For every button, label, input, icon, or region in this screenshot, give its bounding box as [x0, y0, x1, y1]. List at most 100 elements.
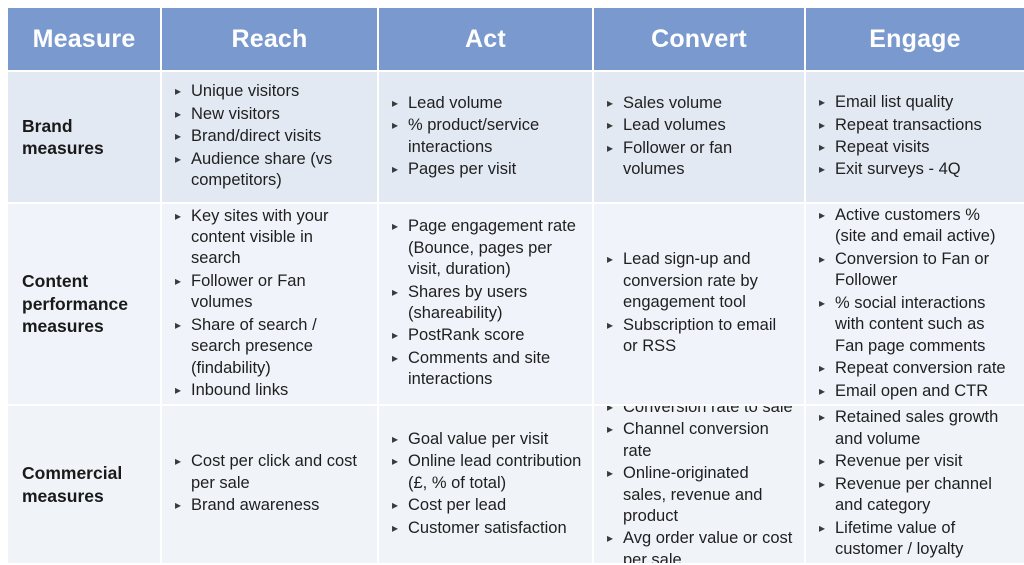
bullet-triangle-icon: ▸: [175, 208, 182, 223]
bullet-triangle-icon: ▸: [175, 106, 182, 121]
list-item: ▸Share of audience: [174, 204, 367, 205]
list-item-label: Customer satisfaction: [408, 518, 567, 537]
row-label-content-line1: Content: [22, 271, 89, 292]
list-item: ▸ Repeat transactions: [818, 115, 1014, 136]
measures-matrix-table: Measure Reach Act Convert Engage Brand m…: [8, 8, 1024, 563]
list-item: ▸ Customer satisfaction: [391, 518, 582, 539]
list-item: ▸ Page engagement rate (Bounce, pages per…: [391, 216, 582, 280]
list-item-label: Retained sales growth and volume: [835, 408, 999, 448]
list-item-label: Active customers % (site and email activ…: [835, 206, 996, 246]
list-item: ▸ Avg order value or cost per sale: [606, 528, 794, 563]
list-item-label: Key sites with your content visible in s…: [191, 206, 329, 268]
bullet-triangle-icon: ▸: [819, 162, 826, 177]
column-header-measure: Measure: [8, 8, 160, 70]
bullet-triangle-icon: ▸: [819, 383, 826, 398]
list-item: ▸ Cost per click and cost per sale: [174, 451, 367, 494]
bullet-triangle-icon: ▸: [819, 140, 826, 154]
list-item-label: % product/service interactions: [408, 116, 540, 156]
column-header-engage-label: Engage: [869, 24, 961, 53]
list-item: ▸ % product/service interactions: [391, 115, 582, 158]
list-item-label: Revenue per visit: [835, 452, 963, 471]
list-item: ▸ Key sites with your content visible in …: [174, 206, 367, 270]
list-item-label: Page engagement rate (Bounce, pages per …: [408, 217, 576, 279]
list-item: ▸ Lead volumes: [606, 115, 794, 136]
bullet-triangle-icon: ▸: [819, 117, 826, 132]
list-item-label: Audience share (vs competitors): [191, 149, 333, 190]
row-label-content-performance-measures: Content performance measures: [8, 204, 160, 404]
list-item: ▸ Revenue per channel and category: [818, 474, 1014, 517]
list-item-label: Exit surveys - 4Q: [835, 160, 961, 179]
bullet-triangle-icon: ▸: [819, 361, 826, 376]
list-item-label: Follower or fan volumes: [623, 138, 733, 178]
list-item: ▸ Follower or Fan volumes: [174, 271, 367, 314]
row-label-commercial-line2: measures: [22, 485, 104, 506]
cell-content-reach: ▸Share of audience ▸ Key sites with your c…: [162, 204, 377, 404]
list-item: ▸ Shares by users (shareability): [391, 282, 582, 325]
list-item: ▸ Repeat visits: [818, 137, 1014, 158]
column-header-reach-label: Reach: [231, 24, 308, 53]
list-item: ▸ Follower or fan volumes: [606, 138, 794, 181]
list-content-act: ▸ Page engagement rate (Bounce, pages per…: [391, 216, 582, 392]
list-item-label: Conversion to Fan or Follower: [835, 249, 990, 290]
list-item: ▸ Inbound links: [174, 380, 367, 401]
list-item-label: PostRank score: [408, 326, 525, 345]
list-item: ▸ Email list quality: [818, 92, 1014, 113]
list-commercial-convert: ▸ Conversion rate to sale ▸ Channel convers…: [606, 406, 794, 563]
list-item: ▸ Lifetime value of customer / loyalty: [818, 518, 1014, 561]
list-item: ▸ Brand awareness: [174, 495, 367, 516]
bullet-triangle-icon: ▸: [607, 118, 614, 133]
column-header-act-label: Act: [465, 24, 506, 53]
list-brand-convert: ▸ Sales volume ▸ Lead volumes ▸ Follower or f…: [606, 93, 794, 182]
cell-brand-convert: ▸ Sales volume ▸ Lead volumes ▸ Follower or f…: [594, 72, 804, 202]
bullet-triangle-icon: ▸: [607, 422, 614, 437]
row-label-content-line2: performance: [22, 293, 129, 314]
list-item-label: Pages per visit: [408, 159, 517, 178]
cell-brand-act: ▸ Lead volume ▸ % product/service interacti…: [379, 72, 592, 202]
list-item-label: Sales volume: [623, 93, 723, 112]
list-item: ▸ Revenue per visit: [818, 451, 1014, 472]
bullet-triangle-icon: ▸: [175, 84, 182, 99]
list-item-label: Cost per click and cost per sale: [191, 452, 357, 492]
list-item: ▸ Share of search / search presence (find…: [174, 315, 367, 379]
list-item: ▸ Goal value per visit: [391, 429, 582, 450]
list-item-label: New visitors: [191, 104, 280, 123]
bullet-triangle-icon: ▸: [819, 410, 826, 425]
list-commercial-act: ▸ Goal value per visit ▸ Online lead contri…: [391, 429, 582, 540]
list-item-label: Lead volumes: [623, 116, 726, 135]
list-item: ▸ Channel conversion rate: [606, 419, 794, 462]
list-item: ▸ Active customers % (site and email acti…: [818, 205, 1014, 248]
list-item: ▸ Subscription to email or RSS: [606, 315, 794, 358]
bullet-triangle-icon: ▸: [607, 406, 614, 414]
cell-content-engage: ▸ Active customers % (site and email acti…: [806, 204, 1024, 404]
bullet-triangle-icon: ▸: [175, 129, 182, 144]
bullet-triangle-icon: ▸: [819, 476, 826, 491]
list-item: ▸ Conversion rate to sale: [606, 406, 794, 418]
list-item-label: Repeat visits: [835, 138, 930, 156]
bullet-triangle-icon: ▸: [175, 273, 182, 288]
bullet-triangle-icon: ▸: [819, 95, 826, 110]
column-header-reach: Reach: [162, 8, 377, 70]
list-item-label: Email open and CTR: [835, 381, 989, 400]
bullet-triangle-icon: ▸: [392, 350, 399, 365]
bullet-triangle-icon: ▸: [392, 520, 399, 535]
list-item-label: Brand awareness: [191, 496, 320, 515]
list-content-convert: ▸ Lead sign-up and conversion rate by eng…: [606, 249, 794, 358]
list-item-label: Revenue per channel and category: [835, 474, 992, 515]
bullet-triangle-icon: ▸: [819, 295, 826, 310]
bullet-triangle-icon: ▸: [392, 118, 399, 133]
list-item: ▸ Conversion to Fan or Follower: [818, 249, 1014, 292]
list-item-label: Avg order value or cost per sale: [623, 529, 793, 563]
list-item: ▸ Unique visitors: [174, 81, 367, 102]
column-header-engage: Engage: [806, 8, 1024, 70]
list-item: ▸ Lead sign-up and conversion rate by eng…: [606, 249, 794, 313]
bullet-triangle-icon: ▸: [819, 208, 826, 223]
list-item: ▸ Email open and CTR: [818, 381, 1014, 402]
list-item-label: Subscription to email or RSS: [623, 315, 777, 356]
list-item-label: Email list quality: [835, 93, 954, 112]
row-label-brand-line2: measures: [22, 138, 104, 158]
list-item: ▸ Brand/direct visits: [174, 126, 367, 147]
list-item-label: Lead sign-up and conversion rate by enga…: [623, 250, 758, 312]
list-item: ▸ Cost per lead: [391, 495, 582, 516]
list-item: ▸ New visitors: [174, 104, 367, 125]
bullet-triangle-icon: ▸: [607, 466, 614, 481]
